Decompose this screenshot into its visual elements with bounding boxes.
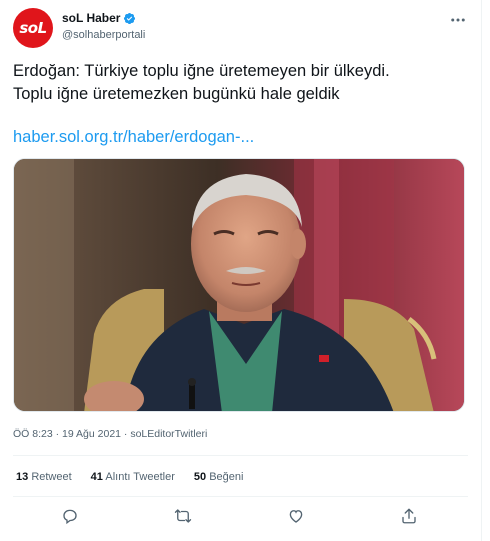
avatar-logo-text: soL <box>19 19 47 37</box>
like-count: 50 <box>193 471 207 483</box>
display-name[interactable]: soL Haber <box>62 11 120 25</box>
retweet-count: 13 <box>16 471 29 483</box>
more-dots-icon[interactable] <box>448 10 468 30</box>
quote-count: 41 <box>90 471 103 483</box>
quote-label: Alıntı Tweetler <box>105 471 175 483</box>
like-label: Beğeni <box>209 471 244 483</box>
tweet-photo[interactable] <box>13 158 465 412</box>
tweet-card: soL soL Haber @solhaberportali Erdoğan: … <box>0 0 482 541</box>
retweet-icon[interactable] <box>172 505 194 527</box>
retweet-label: Retweet <box>31 471 72 483</box>
divider <box>13 455 468 456</box>
divider <box>13 496 468 497</box>
tweet-meta[interactable]: ÖÖ 8:23 · 19 Ağu 2021 · soLEditorTwitler… <box>13 428 207 440</box>
heart-icon[interactable] <box>285 505 307 527</box>
photo-illustration <box>14 159 464 411</box>
tweet-link[interactable]: haber.sol.org.tr/haber/erdogan-... <box>13 128 254 147</box>
like-stat[interactable]: 50 Beğeni <box>194 471 244 483</box>
quote-stat[interactable]: 41 Alıntı Tweetler <box>91 471 175 483</box>
tweet-text-line-1: Erdoğan: Türkiye toplu iğne üretemeyen b… <box>13 62 390 80</box>
tweet-text: Erdoğan: Türkiye toplu iğne üretemeyen b… <box>13 60 473 106</box>
reply-icon[interactable] <box>59 505 81 527</box>
author-name-row[interactable]: soL Haber <box>62 11 136 25</box>
avatar[interactable]: soL <box>13 8 53 48</box>
tweet-stats: 13 Retweet 41 Alıntı Tweetler 50 Beğeni <box>16 471 262 483</box>
verified-badge-icon <box>124 12 136 24</box>
author-handle[interactable]: @solhaberportali <box>62 29 145 41</box>
share-icon[interactable] <box>398 505 420 527</box>
retweet-stat[interactable]: 13 Retweet <box>16 471 72 483</box>
action-bar <box>0 505 482 529</box>
tweet-text-line-2: Toplu iğne üretemezken bugünkü hale geld… <box>13 85 340 103</box>
